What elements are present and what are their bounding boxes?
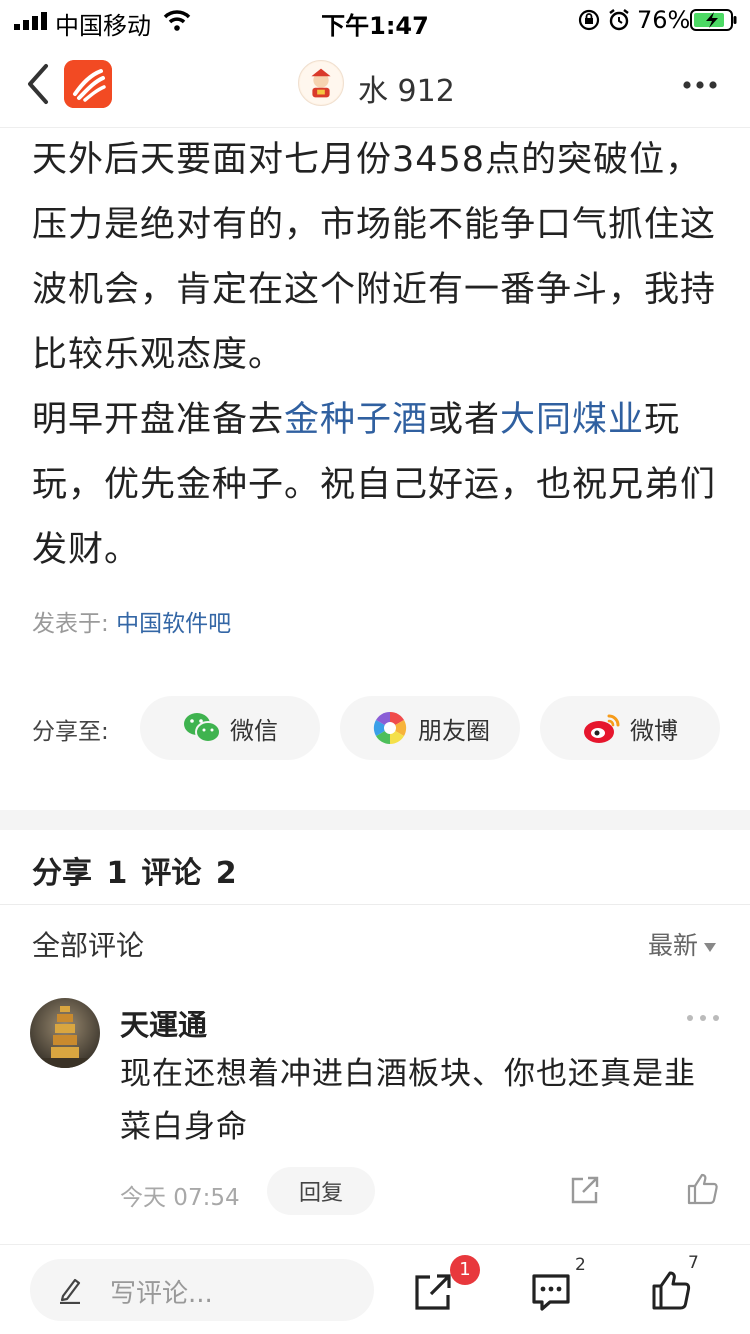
moments-icon bbox=[373, 711, 407, 745]
share-weibo-button[interactable]: 微博 bbox=[540, 696, 720, 760]
weibo-icon bbox=[584, 714, 620, 743]
bottom-action-bar: 写评论... 1 2 7 bbox=[0, 1244, 750, 1334]
comment-count: 2 bbox=[575, 1255, 586, 1275]
app-logo-icon[interactable] bbox=[64, 60, 112, 108]
post-paragraph-1: 天外后天要面对七月份3458点的突破位，压力是绝对有的，市场能不能争口气抓住这波… bbox=[32, 140, 717, 375]
status-bar: 中国移动 下午1:47 76% bbox=[0, 0, 750, 40]
post-source: 发表于: 中国软件吧 bbox=[32, 604, 231, 638]
comment-more-icon[interactable] bbox=[686, 1014, 720, 1022]
author-name[interactable]: 水 912 bbox=[358, 66, 455, 110]
like-count: 7 bbox=[688, 1253, 699, 1273]
share-label: 分享至: bbox=[32, 719, 109, 745]
stock-link-datong[interactable]: 大同煤业 bbox=[500, 400, 644, 440]
sort-label: 最新 bbox=[648, 931, 699, 960]
share-wechat-button[interactable]: 微信 bbox=[140, 696, 320, 760]
battery-percent: 76% bbox=[637, 6, 691, 34]
commenter-avatar[interactable] bbox=[30, 998, 100, 1068]
comment-count-tab[interactable]: 评论 2 bbox=[141, 856, 236, 891]
back-arrow-icon[interactable] bbox=[24, 62, 52, 106]
share-wechat-label: 微信 bbox=[230, 716, 278, 745]
source-label: 发表于: bbox=[32, 611, 109, 637]
reply-button[interactable]: 回复 bbox=[267, 1167, 375, 1215]
stock-link-jinzhongzi[interactable]: 金种子酒 bbox=[284, 400, 428, 440]
share-badge: 1 bbox=[450, 1255, 480, 1285]
battery-charging-icon bbox=[690, 9, 737, 31]
section-divider bbox=[0, 810, 750, 830]
top-nav-bar: 水 912 bbox=[0, 42, 750, 128]
share-count-tab[interactable]: 分享 1 bbox=[32, 856, 127, 891]
comment-timestamp: 今天 07:54 bbox=[120, 1185, 240, 1211]
share-moments-button[interactable]: 朋友圈 bbox=[340, 696, 520, 760]
dropdown-triangle-icon bbox=[704, 942, 717, 952]
write-comment-input[interactable]: 写评论... bbox=[30, 1259, 374, 1321]
more-options-icon[interactable] bbox=[682, 80, 718, 90]
engagement-counts: 分享 1 评论 2 bbox=[32, 848, 251, 892]
share-moments-label: 朋友圈 bbox=[418, 716, 490, 745]
divider bbox=[0, 904, 750, 905]
forum-link[interactable]: 中国软件吧 bbox=[116, 611, 231, 637]
write-comment-placeholder: 写评论... bbox=[110, 1279, 213, 1309]
all-comments-title: 全部评论 bbox=[32, 929, 145, 962]
sort-dropdown[interactable]: 最新 bbox=[648, 926, 717, 962]
author-avatar[interactable] bbox=[298, 60, 344, 106]
pen-icon bbox=[60, 1278, 81, 1304]
post-text: 或者 bbox=[428, 400, 501, 440]
comment-text: 现在还想着冲进白酒板块、你也还真是韭菜白身命 bbox=[120, 1056, 696, 1145]
post-body: 天外后天要面对七月份3458点的突破位，压力是绝对有的，市场能不能争口气抓住这波… bbox=[32, 128, 722, 583]
commenter-name[interactable]: 天運通 bbox=[120, 1002, 207, 1044]
share-weibo-label: 微博 bbox=[630, 716, 678, 745]
post-text: 明早开盘准备去 bbox=[32, 400, 285, 440]
rotation-lock-icon bbox=[578, 9, 600, 31]
like-icon[interactable] bbox=[650, 1269, 692, 1311]
share-icon[interactable] bbox=[412, 1271, 454, 1313]
comment-icon[interactable] bbox=[530, 1271, 572, 1313]
post-paragraph-2: 明早开盘准备去金种子酒或者大同煤业玩玩，优先金种子。祝自己好运，也祝兄弟们发财。 bbox=[32, 388, 722, 583]
comment-share-icon[interactable] bbox=[569, 1174, 601, 1206]
alarm-icon bbox=[609, 9, 629, 31]
wechat-icon bbox=[184, 713, 221, 743]
comment-like-icon[interactable] bbox=[686, 1172, 720, 1206]
